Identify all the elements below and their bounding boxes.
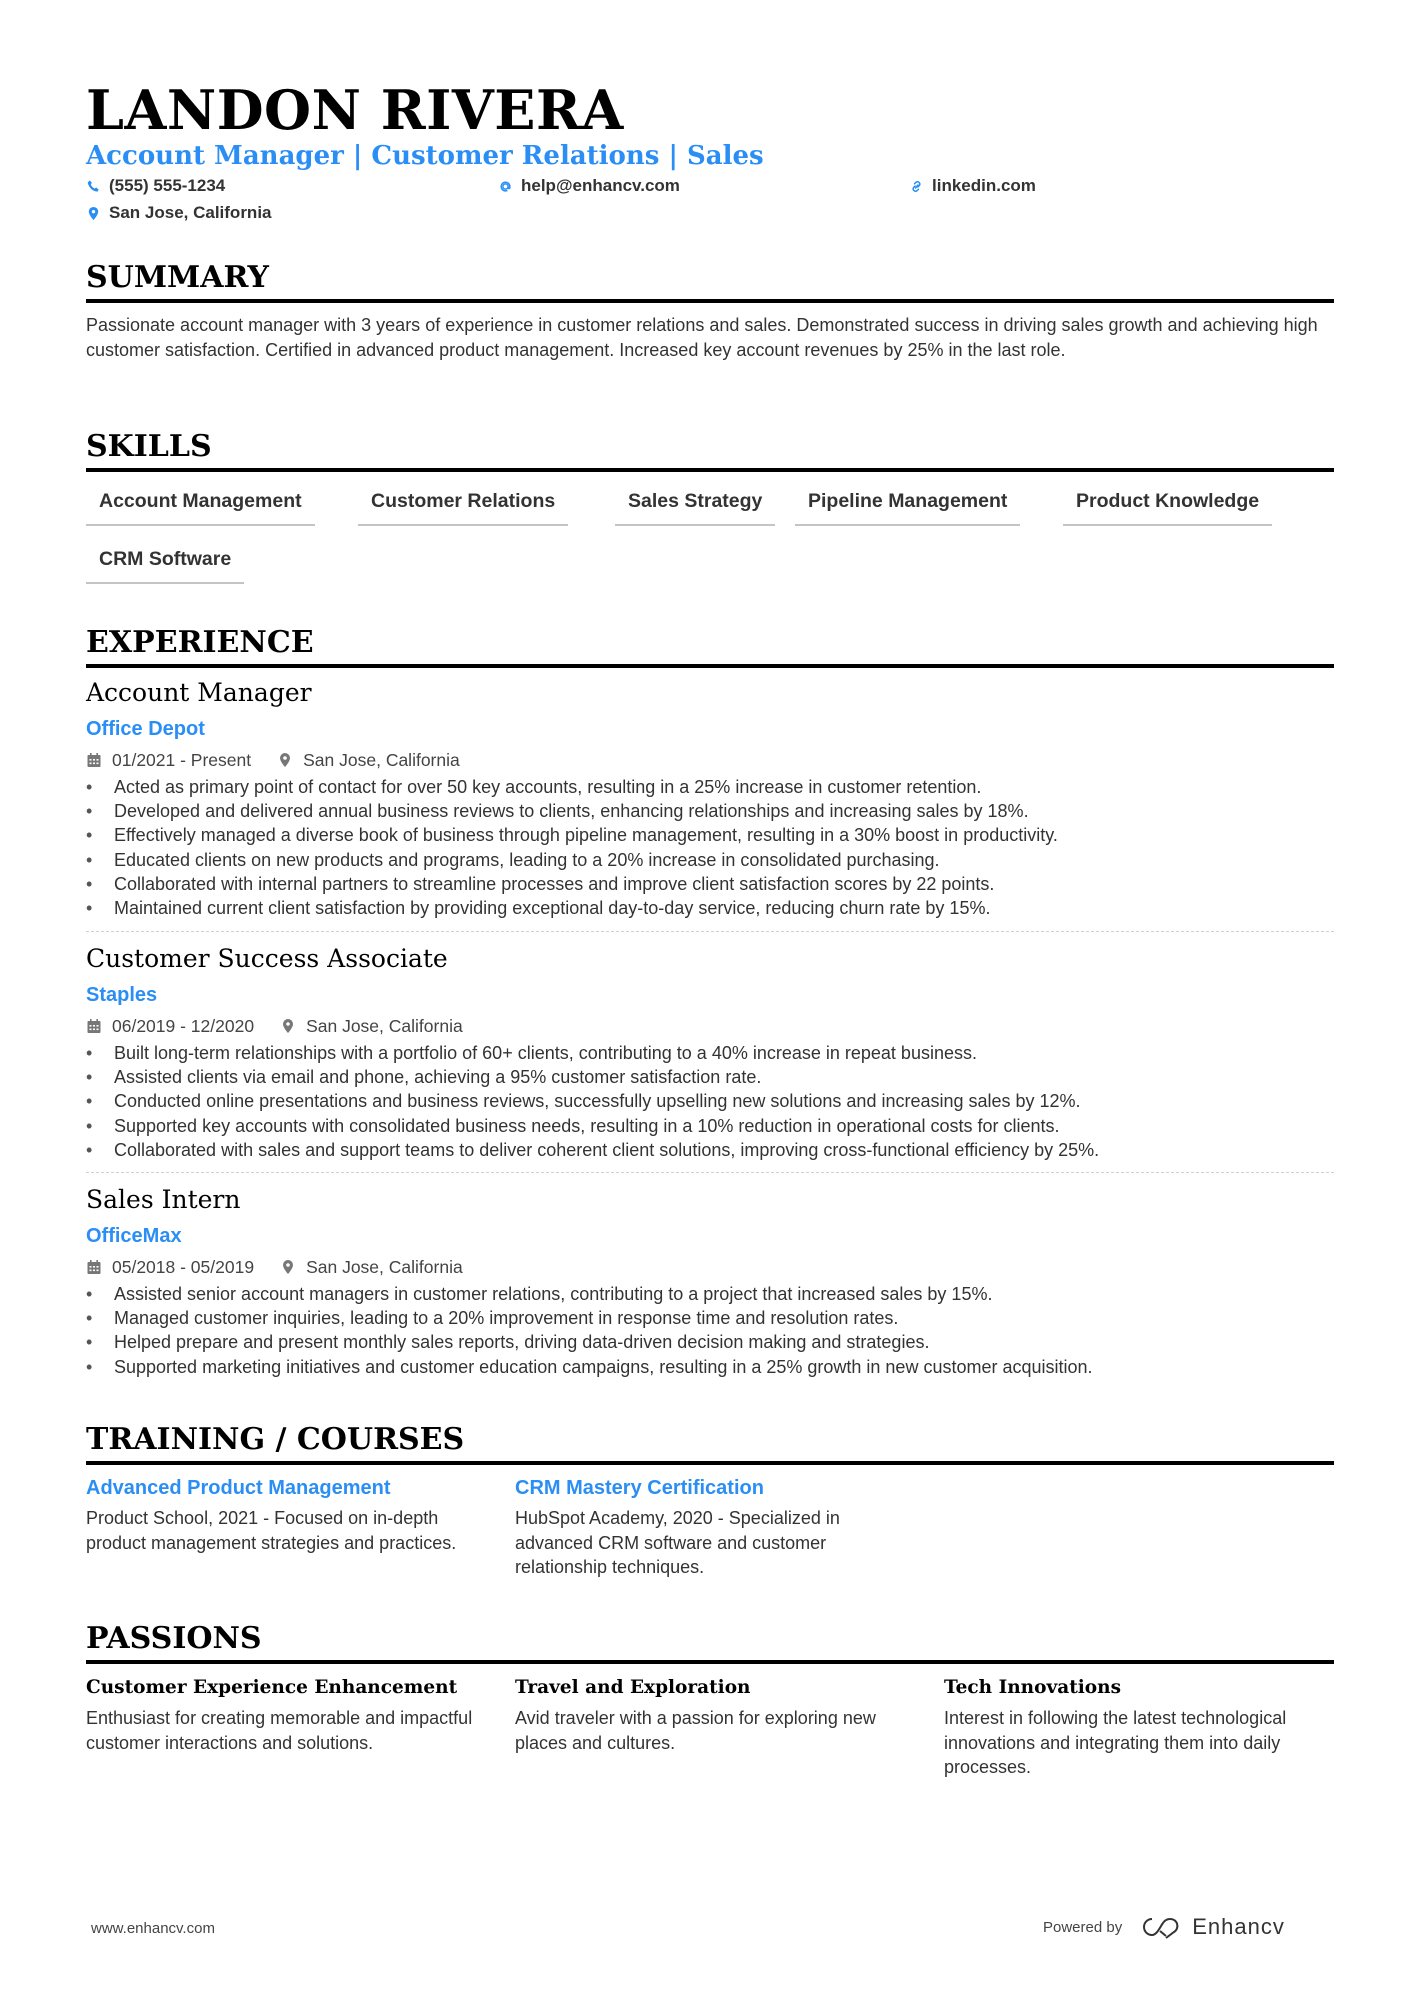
footer-powered-by: Powered by Enhancv [1043,1914,1285,1940]
job-dates: 01/2021 - Present [112,750,252,770]
job-meta: 06/2019 - 12/2020 San Jose, California [86,1015,463,1037]
skill-tag: Product Knowledge [1063,488,1273,526]
passion-description: Avid traveler with a passion for explori… [515,1708,876,1753]
skill-tag: Customer Relations [358,488,569,526]
course-description: Product School, 2021 - Focused on in-dep… [86,1508,457,1553]
link-icon [912,180,921,192]
skill-tag: CRM Software [86,546,245,584]
location-pin-icon [88,206,99,220]
training-heading: TRAINING / COURSES [86,1420,1334,1465]
bullet-item: Collaborated with sales and support team… [86,1138,1334,1162]
passion-title: Tech Innovations [944,1677,1121,1698]
passion-title: Customer Experience Enhancement [86,1677,458,1698]
skill-tag: Account Management [86,488,315,526]
bullet-item: Managed customer inquiries, leading to a… [86,1306,1334,1330]
passion-title: Travel and Exploration [515,1677,751,1698]
enhancv-logo-icon [1143,1918,1179,1939]
calendar-icon [87,1260,101,1274]
job-bullets: Acted as primary point of contact for ov… [86,775,1334,920]
bullet-item: Collaborated with internal partners to s… [86,872,1334,896]
course-description: HubSpot Academy, 2020 - Specialized in a… [515,1508,840,1577]
powered-by-text: Powered by [1043,1918,1123,1936]
company-name: OfficeMax [86,1225,182,1247]
summary-text: Passionate account manager with 3 years … [86,315,1318,360]
bullet-item: Built long-term relationships with a por… [86,1041,1334,1065]
contact-location: San Jose, California [86,202,272,224]
job-location: San Jose, California [280,1256,463,1278]
location-text: San Jose, California [109,203,272,222]
skills-heading: SKILLS [86,427,1334,472]
bullet-item: Developed and delivered annual business … [86,799,1334,823]
skill-tag: Sales Strategy [615,488,776,526]
bullet-item: Assisted senior account managers in cust… [86,1282,1334,1306]
contact-email[interactable]: help@enhancv.com [498,175,680,197]
footer-website[interactable]: www.enhancv.com [91,1920,215,1937]
location-pin-icon [283,1260,294,1274]
passion-description: Enthusiast for creating memorable and im… [86,1708,473,1753]
job-location-text: San Jose, California [303,750,460,770]
job-divider [86,1172,1334,1173]
bullet-item: Supported marketing initiatives and cust… [86,1355,1334,1379]
contact-phone: (555) 555-1234 [86,175,225,197]
candidate-name: LANDON RIVERA [86,78,624,142]
summary-heading: SUMMARY [86,258,1334,303]
candidate-headline: Account Manager | Customer Relations | S… [86,141,764,171]
location-pin-icon [283,1019,294,1033]
job-bullets: Built long-term relationships with a por… [86,1041,1334,1162]
job-dates: 06/2019 - 12/2020 [112,1016,255,1036]
job-meta: 05/2018 - 05/2019 San Jose, California [86,1256,463,1278]
bullet-item: Acted as primary point of contact for ov… [86,775,1334,799]
job-dates: 05/2018 - 05/2019 [112,1257,255,1277]
bullet-item: Maintained current client satisfaction b… [86,896,1334,920]
job-location: San Jose, California [280,1015,463,1037]
calendar-icon [87,753,101,767]
brand-name: Enhancv [1192,1914,1285,1939]
website-text[interactable]: linkedin.com [932,175,1036,197]
bullet-item: Supported key accounts with consolidated… [86,1114,1334,1138]
enhancv-logo[interactable]: Enhancv [1140,1914,1285,1940]
job-location-text: San Jose, California [306,1257,463,1277]
course-title: Advanced Product Management [86,1477,391,1499]
job-location: San Jose, California [277,749,460,771]
phone-icon [87,179,99,192]
contact-website[interactable]: linkedin.com [909,175,1036,197]
job-title: Sales Intern [86,1185,241,1214]
job-title: Account Manager [86,678,312,707]
calendar-icon [87,1019,101,1033]
job-bullets: Assisted senior account managers in cust… [86,1282,1334,1379]
bullet-item: Effectively managed a diverse book of bu… [86,823,1334,847]
course-title: CRM Mastery Certification [515,1477,764,1499]
skill-tag: Pipeline Management [795,488,1021,526]
passions-heading: PASSIONS [86,1619,1334,1664]
company-name: Office Depot [86,718,205,740]
company-name: Staples [86,984,158,1006]
job-location-text: San Jose, California [306,1016,463,1036]
passion-description: Interest in following the latest technol… [944,1708,1287,1777]
location-pin-icon [280,753,291,767]
job-divider [86,931,1334,932]
experience-heading: EXPERIENCE [86,623,1334,668]
bullet-item: Helped prepare and present monthly sales… [86,1330,1334,1354]
email-text[interactable]: help@enhancv.com [521,175,680,197]
phone-text: (555) 555-1234 [109,176,226,195]
job-meta: 01/2021 - Present San Jose, California [86,749,460,771]
at-icon [500,181,511,192]
bullet-item: Assisted clients via email and phone, ac… [86,1065,1334,1089]
bullet-item: Conducted online presentations and busin… [86,1089,1334,1113]
bullet-item: Educated clients on new products and pro… [86,848,1334,872]
job-title: Customer Success Associate [86,944,448,973]
